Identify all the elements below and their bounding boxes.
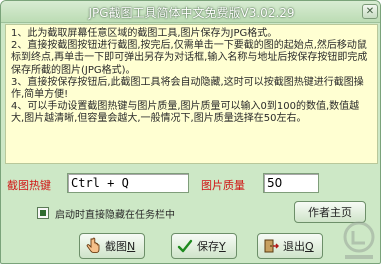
author-home-label: 作者主页 (308, 206, 352, 219)
title-bar[interactable]: JPG截图工具简体中文免费版V3.02.29 ✕ (1, 1, 380, 23)
hotkey-label: 截图热键 (7, 179, 51, 192)
hide-on-start-checkbox[interactable] (37, 207, 49, 219)
hotkey-input[interactable] (67, 173, 189, 193)
instruction-line: 1、此为截取屏幕任意区域的截图工具,图片保存为JPG格式。 (11, 28, 278, 39)
quality-label: 图片质量 (201, 179, 245, 192)
checkmark-icon (176, 237, 194, 255)
instruction-line: 3、直接按保存按钮后,此截图工具将会自动隐藏,这时可以按截图热键进行截图操作,简… (11, 76, 364, 101)
instruction-line: 2、直接按截图按钮进行截图,按完后,仅需单击一下要截的图的起始点,然后移动鼠标到… (11, 40, 368, 76)
quality-input[interactable] (263, 173, 319, 193)
exit-button[interactable]: 退出Q (257, 233, 323, 259)
instructions-panel: 1、此为截取屏幕任意区域的截图工具,图片保存为JPG格式。 2、直接按截图按钮进… (5, 24, 378, 164)
instruction-line: 4、可以手动设置截图热键与图片质量,图片质量可以输入0到100的数值,数值越大,… (11, 101, 360, 125)
capture-button[interactable]: 截图N (79, 233, 145, 259)
close-icon: ✕ (365, 5, 375, 17)
checkbox-checked-indicator (40, 210, 46, 216)
hide-on-start-option[interactable]: 启动时直接隐藏在任务栏中 (37, 206, 175, 221)
window-title: JPG截图工具简体中文免费版V3.02.29 (88, 6, 295, 20)
capture-button-label: 截图N (105, 240, 136, 253)
exit-button-label: 退出Q (283, 240, 314, 253)
exit-door-icon (262, 237, 280, 255)
app-window: JPG截图工具简体中文免费版V3.02.29 ✕ 1、此为截取屏幕任意区域的截图… (0, 0, 381, 264)
site-watermark-logo (339, 219, 379, 263)
save-button[interactable]: 保存Y (171, 233, 237, 259)
save-button-label: 保存Y (197, 240, 226, 253)
hide-on-start-label: 启动时直接隐藏在任务栏中 (55, 209, 175, 221)
close-button[interactable]: ✕ (362, 4, 378, 19)
hand-pointer-icon (84, 237, 102, 255)
